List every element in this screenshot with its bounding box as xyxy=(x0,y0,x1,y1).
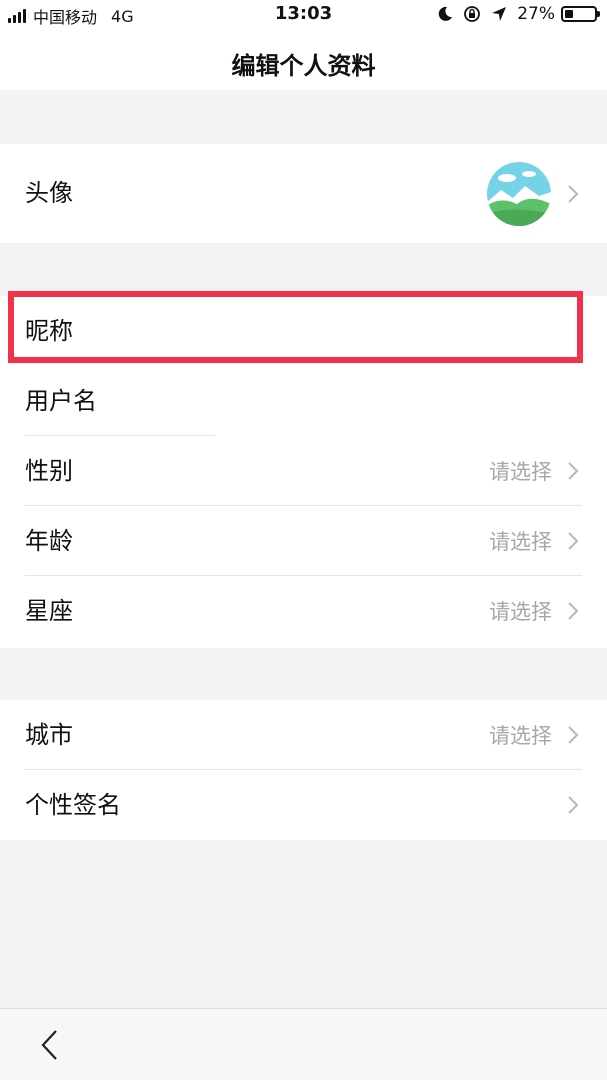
nickname-label: 昵称 xyxy=(25,317,73,345)
orientation-lock-icon xyxy=(463,5,481,23)
page-title: 编辑个人资料 xyxy=(231,52,376,80)
gender-row[interactable]: 性别 请选择 xyxy=(0,436,607,506)
moon-icon xyxy=(437,6,453,22)
chevron-right-icon xyxy=(568,796,579,814)
battery-icon xyxy=(561,6,600,22)
city-row[interactable]: 城市 请选择 xyxy=(0,700,607,770)
back-chevron-icon[interactable] xyxy=(36,1027,64,1063)
avatar-row[interactable]: 头像 xyxy=(0,144,607,243)
age-label: 年龄 xyxy=(25,527,73,555)
battery-level xyxy=(565,10,573,18)
extra-info-section: 城市 请选择 个性签名 xyxy=(0,700,607,840)
age-value: 请选择 xyxy=(489,530,552,554)
battery-percent: 27% xyxy=(517,4,555,24)
location-arrow-icon xyxy=(491,6,507,22)
landscape-avatar-icon[interactable] xyxy=(487,162,551,226)
gender-value: 请选择 xyxy=(489,460,552,484)
zodiac-value: 请选择 xyxy=(489,600,552,624)
zodiac-label: 星座 xyxy=(25,597,73,625)
chevron-right-icon xyxy=(568,726,579,744)
status-right: 27% xyxy=(427,4,600,24)
chevron-right-icon xyxy=(568,462,579,480)
basic-info-section: 昵称 用户名 性别 请选择 年龄 请选择 星座 请选择 xyxy=(0,296,607,648)
nav-bar: 编辑个人资料 xyxy=(0,30,607,90)
zodiac-row[interactable]: 星座 请选择 xyxy=(0,576,607,646)
username-row[interactable]: 用户名 xyxy=(0,366,607,436)
status-bar: 中国移动 4G 13:03 27% xyxy=(0,0,607,30)
city-value: 请选择 xyxy=(489,724,552,748)
age-row[interactable]: 年龄 请选择 xyxy=(0,506,607,576)
chevron-right-icon xyxy=(568,532,579,550)
chevron-right-icon xyxy=(568,602,579,620)
signature-row[interactable]: 个性签名 xyxy=(0,770,607,840)
username-label: 用户名 xyxy=(25,387,97,415)
nickname-row[interactable]: 昵称 xyxy=(0,296,607,366)
avatar-label: 头像 xyxy=(25,179,73,207)
chevron-right-icon xyxy=(568,185,579,203)
avatar-section: 头像 xyxy=(0,144,607,243)
signature-label: 个性签名 xyxy=(25,791,121,819)
city-label: 城市 xyxy=(25,721,73,749)
bottom-toolbar xyxy=(0,1008,607,1080)
gender-label: 性别 xyxy=(25,457,73,485)
